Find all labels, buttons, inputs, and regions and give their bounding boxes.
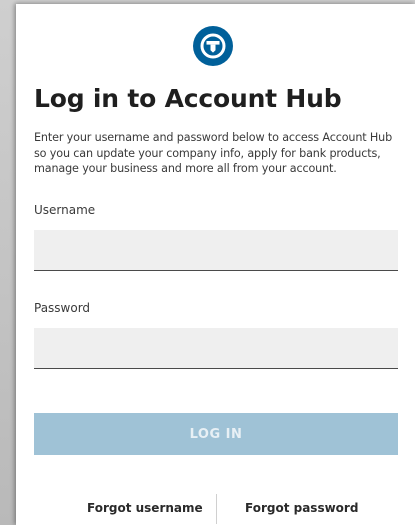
account-hub-logo-icon <box>193 26 233 66</box>
login-button[interactable]: LOG IN <box>34 413 398 455</box>
forgot-password-link[interactable]: Forgot password <box>245 501 358 515</box>
logo-glyph <box>200 33 226 59</box>
forgot-username-link[interactable]: Forgot username <box>87 501 203 515</box>
page-title: Log in to Account Hub <box>34 84 342 113</box>
username-label: Username <box>34 203 96 217</box>
login-card: Log in to Account Hub Enter your usernam… <box>16 4 415 525</box>
forgot-links: Forgot username Forgot password <box>16 494 415 524</box>
link-divider <box>216 494 217 524</box>
password-input[interactable] <box>34 328 398 369</box>
password-label: Password <box>34 301 91 315</box>
login-description: Enter your username and password below t… <box>34 131 393 175</box>
username-input[interactable] <box>34 230 398 271</box>
